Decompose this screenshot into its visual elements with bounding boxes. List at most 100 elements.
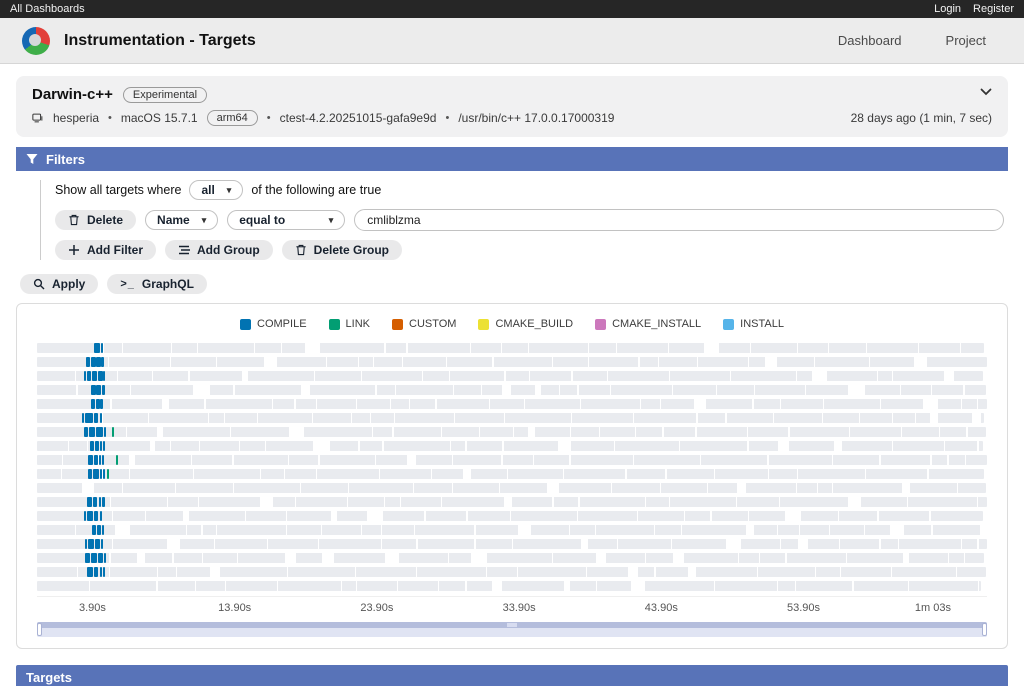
gantt-segment-compile[interactable] — [87, 497, 91, 507]
gantt-segment-compile[interactable] — [98, 553, 103, 563]
filter-value-input[interactable] — [354, 209, 1004, 231]
gantt-row[interactable] — [37, 469, 987, 479]
gantt-segment-compile[interactable] — [91, 553, 97, 563]
gantt-segment-compile[interactable] — [95, 539, 100, 549]
gantt-segment-link[interactable] — [116, 455, 118, 465]
delete-filter-button[interactable]: Delete — [55, 210, 136, 230]
slider-track-selected[interactable] — [37, 622, 987, 628]
gantt-segment-compile[interactable] — [102, 497, 104, 507]
slider-handle-left[interactable] — [37, 623, 42, 636]
operator-select[interactable]: equal to ▾ — [227, 210, 345, 230]
gantt-row[interactable] — [37, 441, 987, 451]
gantt-segment-compile[interactable] — [100, 441, 102, 451]
gantt-segment-compile[interactable] — [94, 511, 98, 521]
gantt-row[interactable] — [37, 357, 987, 367]
gantt-segment-compile[interactable] — [84, 371, 86, 381]
combine-select[interactable]: all ▾ — [189, 180, 243, 200]
gantt-segment-compile[interactable] — [102, 525, 104, 535]
gantt-segment-compile[interactable] — [91, 399, 95, 409]
gantt-segment-compile[interactable] — [88, 455, 93, 465]
apply-button[interactable]: Apply — [20, 274, 98, 294]
gantt-row[interactable] — [37, 455, 987, 465]
gantt-segment-compile[interactable] — [94, 455, 98, 465]
gantt-row[interactable] — [37, 553, 987, 563]
gantt-segment-compile[interactable] — [93, 497, 97, 507]
add-filter-button[interactable]: Add Filter — [55, 240, 156, 260]
gantt-segment-compile[interactable] — [85, 553, 90, 563]
gantt-segment-compile[interactable] — [91, 385, 95, 395]
gantt-row[interactable] — [37, 511, 987, 521]
nav-project[interactable]: Project — [946, 33, 986, 48]
gantt-row[interactable] — [37, 427, 987, 437]
gantt-row[interactable] — [37, 413, 987, 423]
gantt-segment-compile[interactable] — [101, 357, 104, 367]
gantt-segment-compile[interactable] — [86, 357, 90, 367]
gantt-row[interactable] — [37, 497, 987, 507]
gantt-segment-compile[interactable] — [97, 525, 101, 535]
login-link[interactable]: Login — [934, 3, 961, 15]
gantt-segment-compile[interactable] — [87, 567, 93, 577]
gantt-segment-compile[interactable] — [98, 371, 103, 381]
gantt-segment-compile[interactable] — [102, 385, 105, 395]
gantt-segment-compile[interactable] — [103, 469, 105, 479]
gantt-segment-compile[interactable] — [95, 441, 99, 451]
gantt-segment-compile[interactable] — [103, 371, 105, 381]
gantt-row[interactable] — [37, 483, 987, 493]
slider-handle-right[interactable] — [982, 623, 987, 636]
gantt-segment-compile[interactable] — [99, 497, 101, 507]
gantt-row[interactable] — [37, 525, 987, 535]
gantt-segment-compile[interactable] — [96, 385, 101, 395]
gantt-segment-compile[interactable] — [88, 539, 95, 549]
gantt-row[interactable] — [37, 343, 987, 353]
gantt-segment-compile[interactable] — [103, 441, 105, 451]
gantt-segment-link[interactable] — [107, 469, 109, 479]
gantt-segment-compile[interactable] — [104, 553, 106, 563]
gantt-segment-compile[interactable] — [104, 427, 106, 437]
gantt-segment-compile[interactable] — [94, 567, 99, 577]
gantt-segment-compile[interactable] — [82, 413, 84, 423]
gantt-segment-compile[interactable] — [89, 427, 95, 437]
gantt-segment-compile[interactable] — [91, 357, 96, 367]
gantt-segment-compile[interactable] — [90, 441, 94, 451]
nav-dashboard[interactable]: Dashboard — [838, 33, 902, 48]
slider-track[interactable] — [37, 628, 987, 637]
gantt-row[interactable] — [37, 539, 987, 549]
gantt-segment-compile[interactable] — [101, 343, 103, 353]
gantt-row[interactable] — [37, 581, 987, 591]
gantt-segment-compile[interactable] — [85, 539, 87, 549]
gantt-segment-compile[interactable] — [103, 567, 105, 577]
gantt-segment-compile[interactable] — [99, 455, 101, 465]
gantt-row[interactable] — [37, 567, 987, 577]
gantt-row[interactable] — [37, 371, 987, 381]
gantt-row[interactable] — [37, 399, 987, 409]
gantt-segment-compile[interactable] — [100, 567, 102, 577]
chevron-down-icon[interactable] — [980, 88, 992, 96]
gantt-segment-compile[interactable] — [94, 413, 99, 423]
gantt-segment-compile[interactable] — [87, 371, 91, 381]
field-select[interactable]: Name ▾ — [145, 210, 218, 230]
gantt-segment-compile[interactable] — [101, 539, 103, 549]
gantt-segment-compile[interactable] — [87, 511, 94, 521]
gantt-segment-compile[interactable] — [84, 427, 88, 437]
gantt-segment-compile[interactable] — [94, 343, 100, 353]
gantt-segment-compile[interactable] — [93, 469, 99, 479]
gantt-segment-compile[interactable] — [96, 399, 100, 409]
gantt-segment-compile[interactable] — [100, 511, 102, 521]
gantt-row[interactable] — [37, 385, 987, 395]
delete-group-button[interactable]: Delete Group — [282, 240, 402, 260]
gantt-segment-link[interactable] — [112, 427, 114, 437]
register-link[interactable]: Register — [973, 3, 1014, 15]
all-dashboards-link[interactable]: All Dashboards — [10, 3, 85, 15]
gantt-segment-compile[interactable] — [88, 469, 93, 479]
gantt-segment-compile[interactable] — [92, 525, 96, 535]
gantt-segment-compile[interactable] — [100, 399, 103, 409]
gantt-segment-compile[interactable] — [96, 427, 103, 437]
gantt-segment-compile[interactable] — [84, 511, 86, 521]
gantt-segment-compile[interactable] — [85, 413, 93, 423]
gantt-segment-compile[interactable] — [102, 455, 104, 465]
gantt-segment-compile[interactable] — [100, 469, 102, 479]
add-group-button[interactable]: Add Group — [165, 240, 273, 260]
range-slider[interactable] — [37, 622, 987, 637]
gantt-segment-compile[interactable] — [100, 413, 103, 423]
gantt-segment-compile[interactable] — [96, 357, 100, 367]
